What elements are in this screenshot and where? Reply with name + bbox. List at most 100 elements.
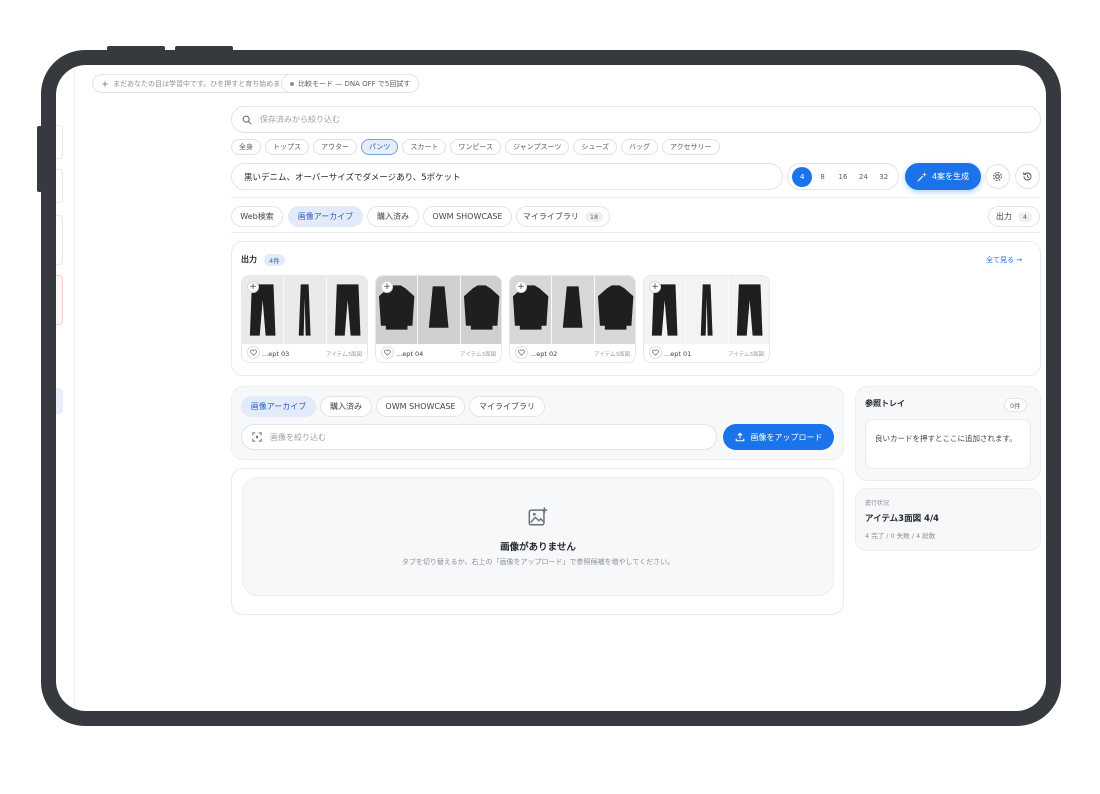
progress-summary: 4 完了 / 0 失敗 / 4 総数 [865,532,936,540]
add-to-tray-icon[interactable]: + [381,281,393,293]
prompt-input[interactable]: 黒いデニム、オーバーサイズでダメージあり、5ポケット [231,163,783,190]
output-card-image [242,276,367,344]
sidebar-tab-2[interactable] [56,169,63,203]
tab-my-library-label: マイライブラリ [522,212,579,221]
history-button[interactable] [1015,164,1040,189]
image-filter-input[interactable]: 画像を絞り込む [241,424,717,450]
magic-wand-icon [917,171,927,182]
ref-tab-purchased[interactable]: 購入済み [320,396,372,417]
pants-image [299,284,311,336]
jacket-image [597,285,634,330]
tab-output[interactable]: 出力 4 [988,206,1040,227]
category-chip[interactable]: 全身 [231,139,261,155]
reference-tray-title: 参照トレイ [865,399,905,408]
count-option[interactable]: 32 [874,167,894,187]
output-card-name: ...ept 01 [664,350,692,358]
output-count: 4件 [264,254,285,266]
add-to-tray-icon[interactable]: + [247,281,259,293]
mode-notice[interactable]: 比較モード — DNA OFF で5回試す [281,74,420,93]
category-chip[interactable]: ワンピース [450,139,502,155]
empty-state-title: 画像がありません [500,542,576,553]
search-icon [242,115,252,125]
tab-web-search[interactable]: Web検索 [231,206,283,227]
output-card-name: ...ept 03 [262,350,290,358]
heart-icon[interactable] [649,346,662,359]
ref-tab-showcase-label: OWM SHOWCASE [385,402,456,411]
ref-tab-my-library[interactable]: マイライブラリ [469,396,545,417]
sidebar-tab-1[interactable] [56,125,63,159]
upload-image-button[interactable]: 画像をアップロード [723,424,834,450]
tab-image-archive-label: 画像アーカイブ [297,212,354,221]
category-chip[interactable]: アクセサリー [661,139,720,155]
tab-web-search-label: Web検索 [240,212,274,221]
reference-tray-dropzone[interactable] [865,419,1031,469]
tab-purchased-label: 購入済み [377,212,409,221]
heart-icon[interactable] [515,346,528,359]
output-card[interactable]: + ...ept 01 アイテム3面図 [643,275,770,363]
reference-tray-count: 0件 [1004,398,1027,412]
output-title: 出力 [241,255,257,264]
output-card[interactable]: + ...ept 02 アイテム3面図 [509,275,636,363]
divider-top [231,197,1041,198]
saved-search-placeholder: 保存済みから絞り込む [260,115,340,124]
category-chip[interactable]: シューズ [573,139,617,155]
reference-tray-hint: 良いカードを押すとここに追加されます。 [875,434,1017,443]
category-chip[interactable]: ジャンプスーツ [505,139,570,155]
view-frame [461,276,501,344]
tab-my-library[interactable]: マイライブラリ 18 [516,206,610,227]
output-card[interactable]: + ...ept 04 アイテム3面図 [375,275,502,363]
output-card-image [376,276,501,344]
view-frame [729,276,769,344]
divider-tabs [231,232,1041,233]
count-selector: 4 8 16 24 32 [787,163,899,190]
sparkle-icon [101,79,109,88]
output-card-image [644,276,769,344]
heart-icon[interactable] [247,346,260,359]
heart-icon[interactable] [381,346,394,359]
sidebar-tab-active[interactable] [56,388,63,414]
ref-tab-showcase[interactable]: OWM SHOWCASE [376,396,465,417]
output-card-meta: アイテム3面図 [728,352,764,358]
learning-notice[interactable]: まだあなたの目は学習中です。ひを押すと育ち始めます [92,74,297,93]
mode-dot-icon [290,81,294,86]
jacket-image [429,286,449,328]
view-frame [327,276,367,344]
tab-purchased[interactable]: 購入済み [367,206,419,227]
category-chip[interactable]: アウター [313,139,357,155]
progress-title: アイテム3面図 4/4 [865,514,939,524]
ref-tab-archive-label: 画像アーカイブ [250,402,307,411]
app-screen: まだあなたの目は学習中です。ひを押すと育ち始めます 比較モード — DNA OF… [56,65,1046,711]
see-all-link[interactable]: 全て見る → [986,255,1022,265]
category-chip[interactable]: スカート [402,139,447,155]
count-option[interactable]: 16 [833,167,853,187]
output-card-image [510,276,635,344]
view-frame [418,276,461,344]
saved-search-input[interactable]: 保存済みから絞り込む [231,106,1041,133]
empty-state-box [242,477,834,596]
tab-image-archive[interactable]: 画像アーカイブ [288,206,363,227]
count-option[interactable]: 4 [792,166,813,187]
sidebar-tab-4[interactable] [56,275,63,325]
ref-tab-archive[interactable]: 画像アーカイブ [241,396,316,417]
sidebar-tab-3[interactable] [56,215,63,265]
settings-button[interactable] [985,164,1010,189]
output-card[interactable]: + ...ept 03 アイテム3面図 [241,275,368,363]
category-chip[interactable]: トップス [265,139,309,155]
category-chip[interactable]: バッグ [620,139,658,155]
category-chip[interactable]: パンツ [361,139,399,155]
count-option[interactable]: 8 [813,167,833,187]
image-filter-placeholder: 画像を絞り込む [270,432,326,442]
pants-image [701,284,713,336]
add-to-tray-icon[interactable]: + [649,281,661,293]
tab-showcase-label: OWM SHOWCASE [432,212,503,221]
tab-showcase[interactable]: OWM SHOWCASE [423,206,512,227]
add-to-tray-icon[interactable]: + [515,281,527,293]
pants-image [334,284,361,336]
generate-button[interactable]: 4案を生成 [905,163,981,190]
history-icon [1023,172,1032,181]
output-count-badge: 4 [1017,211,1033,222]
category-chips: 全身 トップス アウター パンツ スカート ワンピース ジャンプスーツ シューズ バッグ アクセサ… [231,139,720,155]
count-option[interactable]: 24 [853,167,873,187]
ref-tab-my-library-label: マイライブラリ [479,402,535,411]
tab-output-label: 出力 [995,212,1012,221]
